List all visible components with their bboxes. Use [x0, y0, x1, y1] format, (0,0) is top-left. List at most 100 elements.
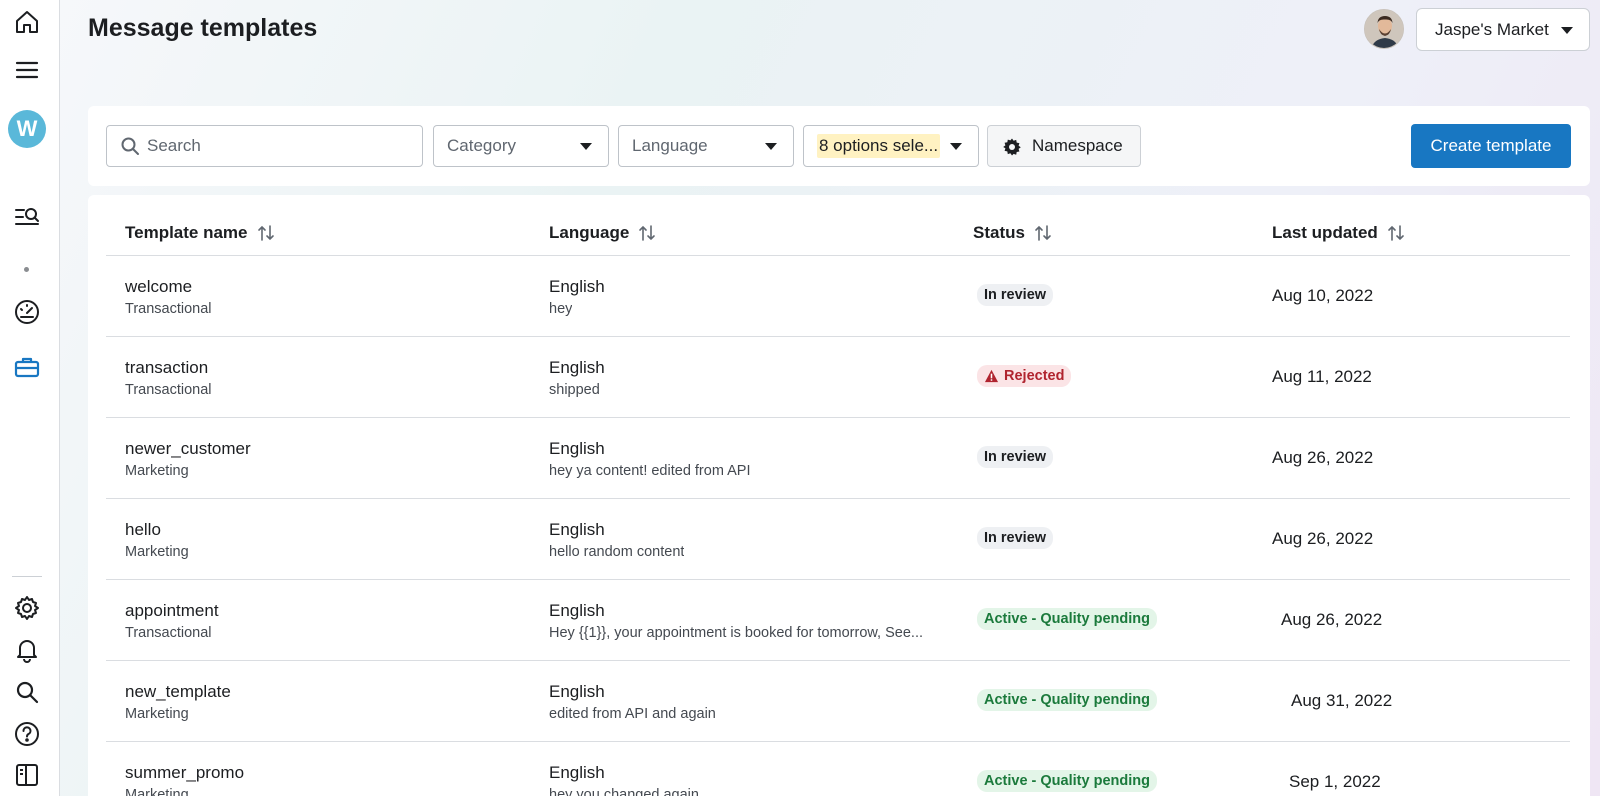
- workspace-initial: W: [16, 116, 38, 141]
- column-header-language-label: Language: [549, 223, 630, 242]
- template-name[interactable]: hello: [125, 520, 161, 540]
- chevron-down-icon: [580, 143, 592, 150]
- panel-toggle-icon[interactable]: [10, 758, 44, 792]
- rail-separator-dot: [24, 267, 29, 272]
- column-header-status-label: Status: [973, 223, 1025, 242]
- menu-icon[interactable]: [10, 53, 44, 87]
- category-filter-label: Category: [447, 136, 516, 155]
- status-filter[interactable]: 8 options sele...: [803, 125, 979, 167]
- namespace-label: Namespace: [1032, 136, 1123, 155]
- home-icon[interactable]: [10, 5, 44, 39]
- column-header-last-updated-label: Last updated: [1272, 223, 1378, 242]
- template-name[interactable]: welcome: [125, 277, 192, 297]
- last-updated: Aug 26, 2022: [1281, 610, 1383, 629]
- language-filter-label: Language: [632, 136, 708, 155]
- template-preview: edited from API and again: [549, 706, 716, 722]
- search-field[interactable]: [106, 125, 423, 167]
- rail-divider: [12, 576, 42, 577]
- help-icon[interactable]: [10, 717, 44, 751]
- template-language: English: [549, 763, 605, 782]
- status-badge: Active - Quality pending: [977, 608, 1157, 630]
- gear-icon[interactable]: [10, 591, 44, 625]
- language-filter[interactable]: Language: [618, 125, 794, 167]
- template-category: Marketing: [125, 787, 189, 796]
- table-row[interactable]: appointment Transactional English Hey {{…: [106, 580, 1570, 661]
- status-badge-label: In review: [984, 287, 1047, 303]
- last-updated: Aug 11, 2022: [1272, 367, 1372, 386]
- status-badge-label: In review: [984, 530, 1047, 546]
- template-name[interactable]: new_template: [125, 682, 231, 702]
- column-header-name[interactable]: Template name: [125, 223, 276, 243]
- template-preview: hey: [549, 301, 573, 317]
- column-header-name-label: Template name: [125, 223, 248, 242]
- status-filter-label: 8 options sele...: [817, 134, 941, 158]
- template-language: English: [549, 520, 605, 539]
- account-switcher[interactable]: Jaspe's Market: [1416, 8, 1590, 51]
- status-badge-label: Active - Quality pending: [984, 692, 1150, 708]
- sort-icon: [257, 225, 274, 241]
- account-name: Jaspe's Market: [1435, 19, 1549, 39]
- template-category: Marketing: [125, 706, 189, 722]
- create-template-button[interactable]: Create template: [1411, 124, 1571, 168]
- template-preview: hey ya content! edited from API: [549, 463, 751, 479]
- workspace-avatar[interactable]: W: [8, 110, 46, 148]
- template-name[interactable]: summer_promo: [125, 763, 244, 783]
- template-name[interactable]: newer_customer: [125, 439, 251, 459]
- table-row[interactable]: welcome Transactional English hey In rev…: [106, 256, 1570, 337]
- status-badge: In review: [977, 446, 1054, 468]
- status-badge-label: Active - Quality pending: [984, 611, 1150, 627]
- last-updated: Aug 31, 2022: [1291, 691, 1393, 710]
- template-preview: Hey {{1}}, your appointment is booked fo…: [549, 625, 923, 641]
- column-header-language[interactable]: Language: [549, 223, 657, 243]
- template-category: Marketing: [125, 544, 189, 560]
- chevron-down-icon: [765, 143, 777, 150]
- table-row[interactable]: newer_customer Marketing English hey ya …: [106, 418, 1570, 499]
- chevron-down-icon: [950, 143, 962, 150]
- template-category: Transactional: [125, 301, 212, 317]
- list-search-icon[interactable]: [10, 200, 44, 234]
- template-language: English: [549, 601, 605, 620]
- status-badge-label: Rejected: [1004, 368, 1065, 384]
- filter-bar: Category Language 8 options sele... Name…: [88, 106, 1590, 186]
- status-badge-label: In review: [984, 449, 1047, 465]
- template-category: Transactional: [125, 625, 212, 641]
- table-row[interactable]: hello Marketing English hello random con…: [106, 499, 1570, 580]
- column-header-status[interactable]: Status: [973, 223, 1053, 243]
- templates-table: Template name Language Status Last updat…: [88, 195, 1590, 796]
- gear-icon: [1003, 138, 1021, 156]
- template-category: Transactional: [125, 382, 212, 398]
- template-name[interactable]: transaction: [125, 358, 208, 378]
- template-name[interactable]: appointment: [125, 601, 219, 621]
- sort-icon: [639, 225, 656, 241]
- status-badge-label: Active - Quality pending: [984, 773, 1150, 789]
- search-input[interactable]: [147, 136, 407, 156]
- table-row[interactable]: transaction Transactional English shippe…: [106, 337, 1570, 418]
- table-row[interactable]: summer_promo Marketing English hey you c…: [106, 742, 1570, 796]
- status-badge: Active - Quality pending: [977, 689, 1157, 711]
- warning-icon: [984, 369, 999, 383]
- template-preview: hello random content: [549, 544, 685, 560]
- briefcase-icon[interactable]: [10, 350, 44, 384]
- gauge-icon[interactable]: [10, 295, 44, 329]
- search-icon[interactable]: [10, 675, 44, 709]
- template-preview: shipped: [549, 382, 600, 398]
- template-language: English: [549, 682, 605, 701]
- user-avatar[interactable]: [1364, 9, 1404, 49]
- template-language: English: [549, 358, 605, 377]
- chevron-down-icon: [1561, 27, 1573, 34]
- category-filter[interactable]: Category: [433, 125, 609, 167]
- bell-icon[interactable]: [10, 633, 44, 667]
- namespace-button[interactable]: Namespace: [987, 125, 1141, 167]
- template-language: English: [549, 439, 605, 458]
- table-row[interactable]: new_template Marketing English edited fr…: [106, 661, 1570, 742]
- template-preview: hey you changed again: [549, 787, 699, 796]
- sort-icon: [1035, 225, 1051, 241]
- column-header-last-updated[interactable]: Last updated: [1272, 223, 1406, 243]
- page-title: Message templates: [88, 14, 318, 42]
- last-updated: Sep 1, 2022: [1289, 772, 1381, 791]
- left-rail: W: [0, 0, 60, 796]
- template-category: Marketing: [125, 463, 189, 479]
- status-badge: Rejected: [977, 365, 1072, 387]
- template-language: English: [549, 277, 605, 296]
- last-updated: Aug 26, 2022: [1272, 448, 1374, 467]
